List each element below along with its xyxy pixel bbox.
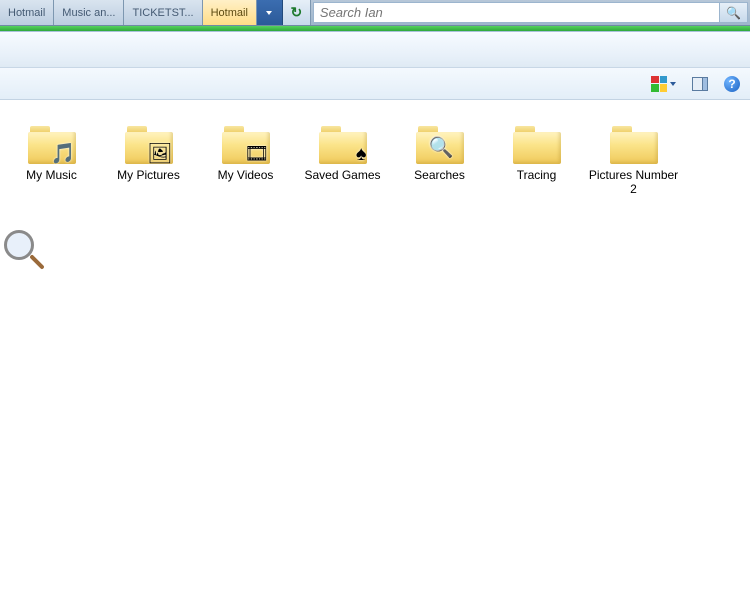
- folder-searches[interactable]: 🔍 Searches: [392, 118, 487, 201]
- video-icon: 🎞: [244, 144, 269, 164]
- picture-icon: 🖼: [147, 144, 172, 164]
- folder-my-videos[interactable]: 🎞 My Videos: [198, 118, 293, 201]
- folder-icon: 🎵: [24, 122, 80, 166]
- folder-icon: [606, 122, 662, 166]
- preview-pane-button[interactable]: [692, 77, 708, 91]
- folder-label: Searches: [414, 168, 465, 182]
- folder-pictures-number-2[interactable]: Pictures Number 2: [586, 118, 681, 201]
- change-view-button[interactable]: [651, 76, 676, 92]
- preview-pane-icon: [692, 77, 708, 91]
- help-button[interactable]: ?: [724, 76, 740, 92]
- folder-label: Pictures Number 2: [588, 168, 679, 197]
- magnifier-cursor-icon: [4, 230, 48, 274]
- folder-icon: 🖼: [121, 122, 177, 166]
- refresh-icon: ↻: [291, 4, 303, 21]
- game-icon: ♠: [356, 144, 367, 164]
- help-icon: ?: [724, 76, 740, 92]
- folder-saved-games[interactable]: ♠ Saved Games: [295, 118, 390, 201]
- tab-label: Music an...: [62, 7, 115, 19]
- tab-label: Hotmail: [211, 7, 248, 19]
- view-icons-icon: [651, 76, 667, 92]
- chevron-down-icon: [266, 11, 272, 15]
- explorer-toolbar: ?: [0, 68, 750, 100]
- tab-hotmail-2[interactable]: Hotmail: [203, 0, 257, 25]
- folder-icon: 🔍: [412, 122, 468, 166]
- folder-tracing[interactable]: Tracing: [489, 118, 584, 201]
- tab-hotmail-1[interactable]: Hotmail: [0, 0, 54, 25]
- tab-list-dropdown[interactable]: [257, 0, 283, 25]
- command-bar-area: [0, 32, 750, 68]
- chevron-down-icon: [670, 82, 676, 86]
- tab-tickets[interactable]: TICKETST...: [124, 0, 202, 25]
- tab-music[interactable]: Music an...: [54, 0, 124, 25]
- search-box[interactable]: User F: [313, 2, 720, 23]
- folder-my-pictures[interactable]: 🖼 My Pictures: [101, 118, 196, 201]
- browser-tab-strip: Hotmail Music an... TICKETST... Hotmail …: [0, 0, 750, 26]
- search-icon: 🔍: [726, 6, 741, 20]
- folder-icon: 🎞: [218, 122, 274, 166]
- tab-label: TICKETST...: [132, 7, 193, 19]
- tab-label: Hotmail: [8, 7, 45, 19]
- folder-label: My Pictures: [117, 168, 180, 182]
- search-input[interactable]: [320, 5, 713, 20]
- folder-label: My Music: [26, 168, 77, 182]
- folder-label: My Videos: [218, 168, 274, 182]
- search-button[interactable]: 🔍: [720, 2, 748, 23]
- folder-label: Tracing: [517, 168, 557, 182]
- folder-icon: [509, 122, 565, 166]
- folder-label: Saved Games: [304, 168, 380, 182]
- refresh-button[interactable]: ↻: [283, 0, 311, 25]
- search-folder-icon: 🔍: [429, 138, 454, 158]
- folder-view: 🎵 My Music 🖼 My Pictures 🎞 My Videos ♠ S…: [0, 100, 750, 219]
- folder-icon: ♠: [315, 122, 371, 166]
- music-icon: 🎵: [51, 144, 76, 164]
- folder-my-music[interactable]: 🎵 My Music: [4, 118, 99, 201]
